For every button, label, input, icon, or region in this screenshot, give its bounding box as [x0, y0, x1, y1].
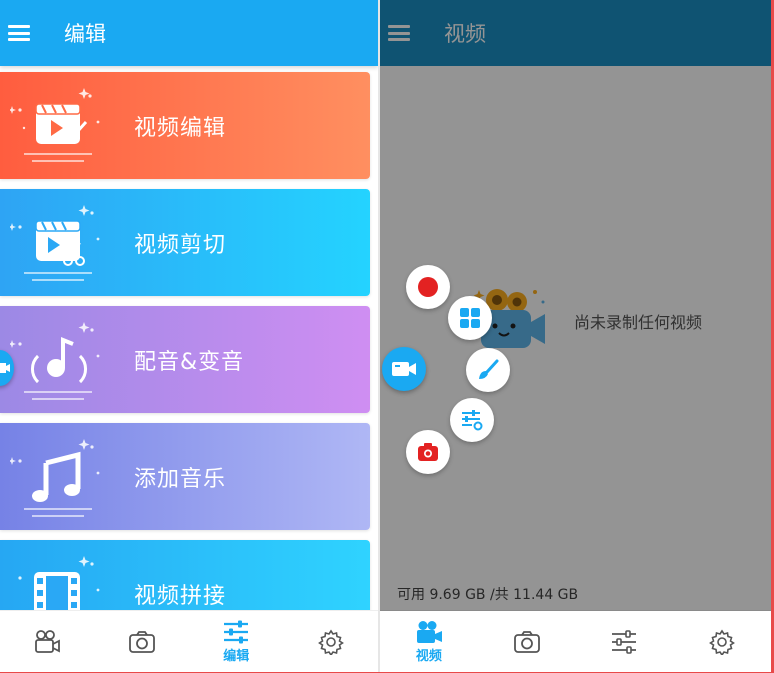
video-camera-icon	[0, 363, 10, 373]
camera-icon	[513, 631, 540, 653]
record-video-button[interactable]	[406, 265, 450, 309]
video-edit-icon	[10, 88, 100, 162]
film-join-icon	[18, 556, 100, 611]
apps-grid-button[interactable]	[448, 296, 492, 340]
brush-button[interactable]	[466, 348, 510, 392]
card-video-edit[interactable]: 视频编辑	[0, 72, 370, 179]
nav-edit[interactable]	[576, 611, 674, 673]
grid-icon	[460, 308, 480, 328]
sliders-gear-icon	[462, 410, 483, 431]
nav-edit[interactable]: 编辑	[189, 611, 284, 673]
card-video-join[interactable]: 视频拼接	[0, 540, 370, 611]
sliders-icon	[612, 630, 637, 654]
nav-label: 编辑	[223, 649, 250, 664]
nav-label: 视频	[415, 649, 442, 664]
card-label: 视频拼接	[134, 583, 227, 609]
music-note-icon	[10, 439, 100, 517]
nav-settings[interactable]	[673, 611, 771, 673]
nav-camera[interactable]	[95, 611, 190, 673]
card-label: 配音&变音	[134, 349, 245, 375]
nav-video[interactable]: 视频	[380, 611, 478, 673]
video-screen: 视频 尚未录制任何视频 可用 9.69 GB /共 11.44 GB 视频	[380, 0, 771, 673]
edit-screen: 编辑 视频编辑 视频剪切 配音&变音 添加音乐 视频拼接 编辑	[0, 0, 378, 673]
card-label: 视频剪切	[134, 232, 227, 258]
sliders-icon	[224, 620, 249, 644]
card-video-cut[interactable]: 视频剪切	[0, 189, 370, 296]
card-label: 添加音乐	[134, 466, 227, 492]
app-bar: 编辑	[0, 0, 378, 66]
hamburger-menu-icon[interactable]	[8, 25, 30, 41]
gear-icon	[709, 629, 736, 655]
video-camera-icon	[416, 621, 442, 643]
bottom-navigation: 编辑	[0, 610, 378, 673]
tools-button[interactable]	[450, 398, 494, 442]
nav-video[interactable]	[0, 611, 95, 673]
card-label: 视频编辑	[134, 115, 227, 141]
paint-brush-icon	[479, 359, 499, 379]
video-camera-icon	[35, 630, 61, 653]
nav-settings[interactable]	[284, 611, 379, 673]
voice-icon	[10, 322, 100, 400]
page-title: 编辑	[64, 22, 106, 46]
camera-icon	[128, 631, 155, 653]
video-cut-icon	[10, 205, 100, 281]
camera-icon	[418, 443, 438, 461]
take-photo-button[interactable]	[406, 430, 450, 474]
floating-record-button[interactable]	[382, 347, 426, 391]
bottom-navigation: 视频	[380, 610, 771, 673]
video-camera-icon	[392, 362, 416, 376]
card-dubbing[interactable]: 配音&变音	[0, 306, 370, 413]
gear-icon	[317, 629, 344, 655]
record-dot-icon	[418, 277, 438, 297]
nav-camera[interactable]	[478, 611, 576, 673]
feature-list: 视频编辑 视频剪切 配音&变音 添加音乐 视频拼接	[0, 66, 378, 611]
card-add-music[interactable]: 添加音乐	[0, 423, 370, 530]
